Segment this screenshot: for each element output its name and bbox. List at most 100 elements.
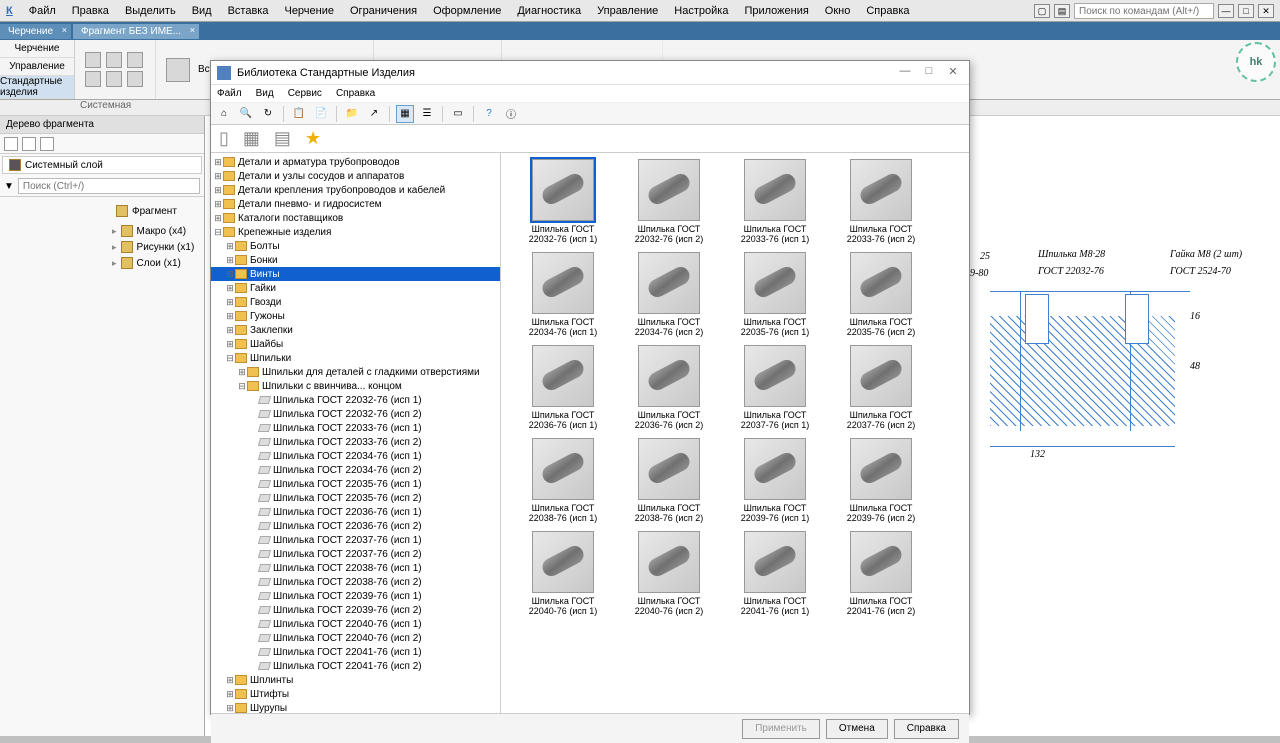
tree-node[interactable]: Шпилька ГОСТ 22036-76 (исп 1) (211, 505, 500, 519)
expand-icon[interactable]: ⊟ (225, 353, 235, 364)
gallery-item[interactable]: Шпилька ГОСТ 22032-76 (исп 1) (519, 159, 607, 244)
tree-node[interactable]: Шпилька ГОСТ 22035-76 (исп 1) (211, 477, 500, 491)
tree-node[interactable]: Шпилька ГОСТ 22032-76 (исп 1) (211, 393, 500, 407)
tree-node[interactable]: Шпилька ГОСТ 22033-76 (исп 2) (211, 435, 500, 449)
tree-node[interactable]: ⊞Шайбы (211, 337, 500, 351)
fragment-node[interactable]: Фрагмент (110, 203, 204, 219)
detail-icon[interactable]: ▭ (449, 105, 467, 123)
tree-node[interactable]: ⊞Бонки (211, 253, 500, 267)
tree-node[interactable]: ⊟Шпильки (211, 351, 500, 365)
dlg-menu-service[interactable]: Сервис (288, 88, 322, 99)
gallery-item[interactable]: Шпилька ГОСТ 22034-76 (исп 1) (519, 252, 607, 337)
help-button[interactable]: Справка (894, 719, 959, 739)
expand-icon[interactable]: ⊞ (213, 157, 223, 168)
tab-fav-icon[interactable]: ★ (305, 128, 321, 149)
menu-select[interactable]: Выделить (117, 3, 184, 19)
cancel-button[interactable]: Отмена (826, 719, 888, 739)
tree-node[interactable]: Шпилька ГОСТ 22034-76 (исп 2) (211, 463, 500, 477)
gallery-item[interactable]: Шпилька ГОСТ 22035-76 (исп 2) (837, 252, 925, 337)
view-icons-button[interactable]: ▦ (396, 105, 414, 123)
menu-constraints[interactable]: Ограничения (342, 3, 425, 19)
redo-icon[interactable] (127, 71, 143, 87)
gallery-item[interactable]: Шпилька ГОСТ 22037-76 (исп 1) (731, 345, 819, 430)
save-icon[interactable] (127, 52, 143, 68)
expand-icon[interactable]: ⊞ (225, 255, 235, 266)
info-icon[interactable]: ⓘ (502, 105, 520, 123)
tree-node[interactable]: Шпилька ГОСТ 22036-76 (исп 2) (211, 519, 500, 533)
paste-icon[interactable]: 📄 (312, 105, 330, 123)
gallery-item[interactable]: Шпилька ГОСТ 22033-76 (исп 1) (731, 159, 819, 244)
expand-icon[interactable]: ⊟ (213, 227, 223, 238)
undo-icon[interactable] (106, 71, 122, 87)
gallery-item[interactable]: Шпилька ГОСТ 22033-76 (исп 2) (837, 159, 925, 244)
expand-icon[interactable]: ⊞ (225, 703, 235, 714)
tree-node[interactable]: Шпилька ГОСТ 22040-76 (исп 2) (211, 631, 500, 645)
tree-node[interactable]: ⊟Шпильки с ввинчива... концом (211, 379, 500, 393)
tree-node[interactable]: ⊞Каталоги поставщиков (211, 211, 500, 225)
print-icon[interactable] (85, 71, 101, 87)
menu-window[interactable]: Окно (817, 3, 859, 19)
expand-icon[interactable]: ⊞ (213, 213, 223, 224)
tab-fragment[interactable]: Фрагмент БЕЗ ИМЕ...× (73, 24, 199, 39)
expand-icon[interactable]: ⊞ (225, 325, 235, 336)
menu-format[interactable]: Оформление (425, 3, 509, 19)
find-icon[interactable]: 🔍 (237, 105, 255, 123)
tree-node[interactable]: Шпилька ГОСТ 22033-76 (исп 1) (211, 421, 500, 435)
gallery-item[interactable]: Шпилька ГОСТ 22034-76 (исп 2) (625, 252, 713, 337)
mode-manage[interactable]: Управление (0, 58, 74, 76)
tree-node[interactable]: Шпилька ГОСТ 22032-76 (исп 2) (211, 407, 500, 421)
tree-node[interactable]: Шпилька ГОСТ 22039-76 (исп 2) (211, 603, 500, 617)
close-icon[interactable]: × (62, 25, 67, 35)
gallery-item[interactable]: Шпилька ГОСТ 22040-76 (исп 2) (625, 531, 713, 616)
minimize-button[interactable]: — (1218, 4, 1234, 18)
tree-node[interactable]: ⊞Гужоны (211, 309, 500, 323)
tree-node[interactable]: Шпилька ГОСТ 22041-76 (исп 1) (211, 645, 500, 659)
expand-icon[interactable]: ⊞ (225, 241, 235, 252)
menu-settings[interactable]: Настройка (666, 3, 736, 19)
gallery-item[interactable]: Шпилька ГОСТ 22036-76 (исп 1) (519, 345, 607, 430)
tree-node[interactable]: ⊞Гвозди (211, 295, 500, 309)
close-icon[interactable]: × (190, 25, 195, 35)
expand-icon[interactable]: ⊟ (237, 381, 247, 392)
menu-view[interactable]: Вид (184, 3, 220, 19)
tree-node[interactable]: ⊞Шплинты (211, 673, 500, 687)
tree-node[interactable]: ⊞Детали и узлы сосудов и аппаратов (211, 169, 500, 183)
gallery-item[interactable]: Шпилька ГОСТ 22041-76 (исп 1) (731, 531, 819, 616)
export-icon[interactable]: ↗ (365, 105, 383, 123)
expand-icon[interactable]: ⊞ (213, 199, 223, 210)
menu-file[interactable]: Файл (21, 3, 64, 19)
tool-1-icon[interactable] (4, 137, 18, 151)
tree-node[interactable]: ⊞Винты (211, 267, 500, 281)
expand-icon[interactable]: ⊞ (225, 689, 235, 700)
expand-icon[interactable]: ⊞ (213, 185, 223, 196)
dlg-menu-file[interactable]: Файл (217, 88, 242, 99)
expand-icon[interactable]: ⊞ (225, 339, 235, 350)
menu-manage[interactable]: Управление (589, 3, 666, 19)
tree-node[interactable]: ⊞Болты (211, 239, 500, 253)
dialog-max-button[interactable]: □ (919, 65, 939, 81)
mode-drawing[interactable]: Черчение (0, 40, 74, 58)
menu-diag[interactable]: Диагностика (509, 3, 589, 19)
refresh-icon[interactable]: ↻ (259, 105, 277, 123)
expand-icon[interactable]: ⊞ (225, 283, 235, 294)
new-icon[interactable] (85, 52, 101, 68)
gallery-item[interactable]: Шпилька ГОСТ 22036-76 (исп 2) (625, 345, 713, 430)
tool-2-icon[interactable] (22, 137, 36, 151)
gallery-item[interactable]: Шпилька ГОСТ 22039-76 (исп 1) (731, 438, 819, 523)
maximize-button[interactable]: □ (1238, 4, 1254, 18)
gallery-item[interactable]: Шпилька ГОСТ 22040-76 (исп 1) (519, 531, 607, 616)
tree-node-macro[interactable]: ▸Макро (x4) (106, 223, 204, 239)
tree-node[interactable]: ⊞Детали пневмо- и гидросистем (211, 197, 500, 211)
filter-icon[interactable]: ▼ (4, 181, 14, 192)
tree-node[interactable]: Шпилька ГОСТ 22037-76 (исп 1) (211, 533, 500, 547)
expand-icon[interactable]: ▢ (1034, 4, 1050, 18)
dialog-min-button[interactable]: — (895, 65, 915, 81)
menu-insert[interactable]: Вставка (220, 3, 277, 19)
tree-node[interactable]: Шпилька ГОСТ 22038-76 (исп 1) (211, 561, 500, 575)
expand-icon[interactable]: ⊞ (213, 171, 223, 182)
tree-node-pics[interactable]: ▸Рисунки (x1) (106, 239, 204, 255)
dlg-menu-view[interactable]: Вид (256, 88, 274, 99)
layout-icon[interactable]: ▤ (1054, 4, 1070, 18)
tree-node[interactable]: ⊞Гайки (211, 281, 500, 295)
gallery-item[interactable]: Шпилька ГОСТ 22039-76 (исп 2) (837, 438, 925, 523)
